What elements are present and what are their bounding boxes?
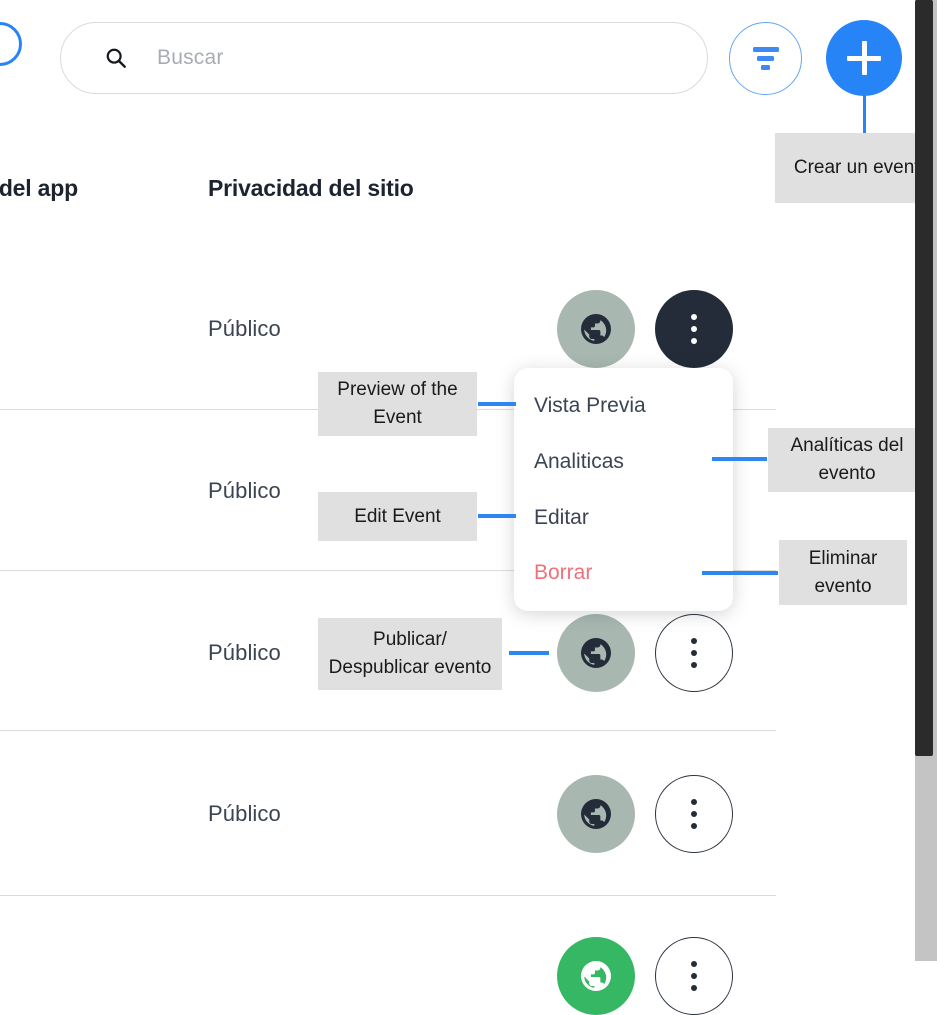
filter-icon xyxy=(752,47,779,52)
publish-toggle-button[interactable] xyxy=(557,290,635,368)
filter-button[interactable] xyxy=(729,22,802,95)
publish-toggle-button[interactable] xyxy=(557,775,635,853)
leader-line-analytics xyxy=(712,457,767,461)
more-vertical-icon-dot2 xyxy=(691,811,697,817)
annotation-edit-event: Edit Event xyxy=(318,492,477,541)
annotation-event-analytics: Analíticas del evento xyxy=(768,428,926,492)
more-vertical-icon xyxy=(691,638,697,644)
menu-item-editar[interactable]: Editar xyxy=(534,506,589,530)
filter-icon-bar-middle xyxy=(757,56,774,61)
globe-icon xyxy=(581,314,611,344)
row-divider xyxy=(0,895,776,896)
plus-icon-vertical xyxy=(861,41,867,75)
row-menu-button[interactable] xyxy=(655,290,733,368)
more-vertical-icon xyxy=(691,314,697,320)
row-menu-button[interactable] xyxy=(655,775,733,853)
row-site-privacy-value: Público xyxy=(208,316,281,341)
partial-avatar-circle[interactable] xyxy=(0,22,22,66)
search-field[interactable]: Buscar xyxy=(60,22,708,94)
create-event-button[interactable] xyxy=(826,20,902,96)
more-vertical-icon-dot2 xyxy=(691,650,697,656)
more-vertical-icon-dot3 xyxy=(691,662,697,668)
more-vertical-icon-dot3 xyxy=(691,823,697,829)
row-divider xyxy=(0,730,776,731)
more-vertical-icon xyxy=(691,961,697,967)
publish-toggle-button[interactable] xyxy=(557,937,635,1015)
annotation-delete-event: Eliminar evento xyxy=(779,540,907,605)
column-header-site-privacy: Privacidad del sitio xyxy=(208,175,414,201)
search-input-placeholder[interactable]: Buscar xyxy=(157,46,224,70)
annotation-preview-event: Preview of the Event xyxy=(318,372,477,436)
globe-icon xyxy=(581,638,611,668)
globe-icon xyxy=(581,961,611,991)
annotation-publish-event: Publicar/ Despublicar evento xyxy=(318,618,502,690)
row-site-privacy-value: Público xyxy=(208,478,281,503)
menu-item-analiticas[interactable]: Analiticas xyxy=(534,450,624,474)
row-site-privacy-value: Público xyxy=(208,801,281,826)
search-icon xyxy=(106,48,126,68)
globe-icon xyxy=(581,799,611,829)
leader-line-publish xyxy=(509,651,549,655)
row-menu-button[interactable] xyxy=(655,937,733,1015)
page-scrollbar-thumb[interactable] xyxy=(915,0,933,756)
more-vertical-icon xyxy=(691,799,697,805)
filter-icon-bar-bottom xyxy=(761,65,770,70)
leader-line-delete xyxy=(702,571,778,575)
leader-line-edit xyxy=(478,514,516,518)
leader-line-preview xyxy=(478,402,516,406)
row-menu-button[interactable] xyxy=(655,614,733,692)
more-vertical-icon-dot2 xyxy=(691,973,697,979)
more-vertical-icon-dot3 xyxy=(691,338,697,344)
row-site-privacy-value: Público xyxy=(208,640,281,665)
more-vertical-icon-dot2 xyxy=(691,326,697,332)
column-header-app-privacy: lad del app xyxy=(0,175,78,201)
menu-item-vista-previa[interactable]: Vista Previa xyxy=(534,394,646,418)
more-vertical-icon-dot3 xyxy=(691,985,697,991)
publish-toggle-button[interactable] xyxy=(557,614,635,692)
annotation-create-event: Crear un evento xyxy=(775,133,937,203)
menu-item-borrar[interactable]: Borrar xyxy=(534,561,592,585)
